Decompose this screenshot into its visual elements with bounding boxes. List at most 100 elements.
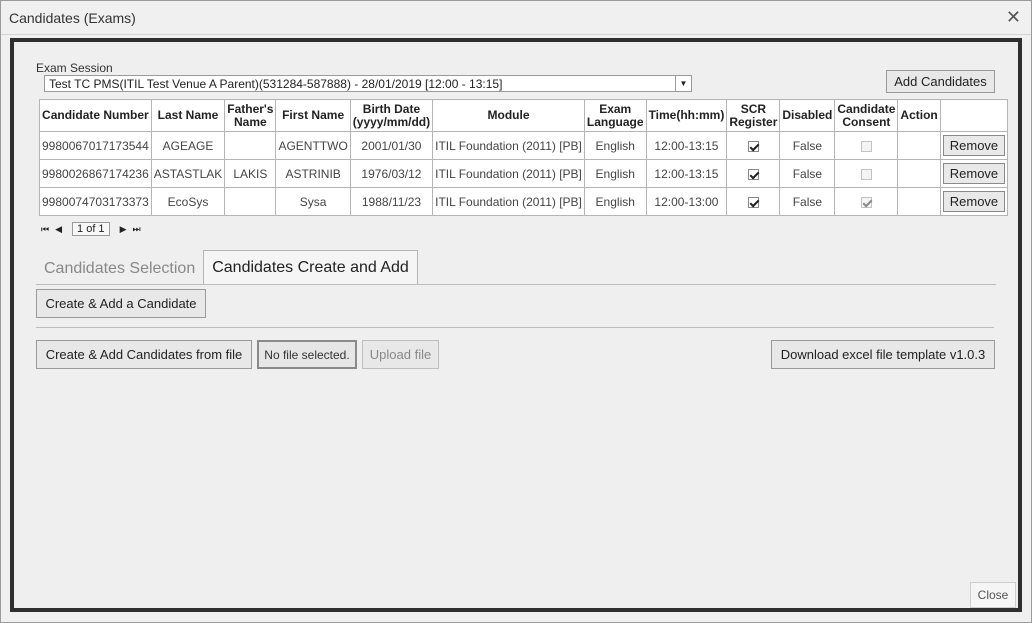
col-scr-register[interactable]: SCR Register [726,99,781,132]
col-first-name[interactable]: First Name [275,99,351,132]
title-bar: Candidates (Exams) ✕ [1,1,1031,35]
cell-last-name: AGEAGE [150,131,226,160]
cell-remove: Remove [939,131,1009,160]
add-candidates-button[interactable]: Add Candidates [886,70,995,93]
cell-action [897,131,941,160]
cell-candidate-number: 9980026867174236 [39,159,152,188]
create-add-from-file-button[interactable]: Create & Add Candidates from file [36,340,252,369]
consent-checkbox [860,196,872,208]
cell-fathers-name [224,187,277,216]
col-birth-date[interactable]: Birth Date (yyyy/mm/dd) [349,99,434,132]
cell-time: 12:00-13:00 [645,187,728,216]
cell-language: English [583,187,647,216]
cell-disabled: False [779,159,836,188]
col-remove [939,99,1009,132]
cell-scr-register [726,187,781,216]
remove-button[interactable]: Remove [942,135,1006,156]
cell-module: ITIL Foundation (2011) [PB] [432,131,585,160]
exam-session-label: Exam Session [36,61,113,75]
cell-consent [834,131,899,160]
col-fathers-name-l2: Name [234,114,267,129]
cell-time: 12:00-13:15 [645,159,728,188]
col-fathers-name-l1: Father's [227,101,274,116]
cell-time: 12:00-13:15 [645,131,728,160]
cell-module: ITIL Foundation (2011) [PB] [432,159,585,188]
file-picker[interactable]: No file selected. [257,340,357,369]
col-birth-date-l2: (yyyy/mm/dd) [352,114,431,129]
dialog-title: Candidates (Exams) [9,10,136,26]
cell-consent [834,187,899,216]
cell-scr-register [726,131,781,160]
cell-action [897,159,941,188]
cell-last-name: ASTASTLAK [150,159,226,188]
cell-candidate-number: 9980067017173544 [39,131,152,160]
exam-session-value: Test TC PMS(ITIL Test Venue A Parent)(53… [49,77,503,91]
col-exam-language[interactable]: Exam Language [583,99,647,132]
col-exam-language-l1: Exam [599,101,632,116]
cell-language: English [583,131,647,160]
pager: ⏮ ◀ 1 of 1 ▶ ⏭ [41,222,141,236]
cell-first-name: ASTRINIB [275,159,351,188]
table-row: 9980074703173373 EcoSys Sysa 1988/11/23 … [39,187,1009,216]
cell-disabled: False [779,187,836,216]
col-last-name[interactable]: Last Name [150,99,226,132]
col-scr-register-l1: SCR [740,101,767,116]
col-exam-language-l2: Language [586,114,644,129]
col-disabled[interactable]: Disabled [779,99,836,132]
cell-last-name: EcoSys [150,187,226,216]
cell-consent [834,159,899,188]
first-page-icon[interactable]: ⏮ [41,224,49,235]
cell-language: English [583,159,647,188]
prev-page-icon[interactable]: ◀ [55,224,62,235]
col-fathers-name[interactable]: Father's Name [224,99,277,132]
col-consent-l1: Candidate [837,101,896,116]
cell-first-name: Sysa [275,187,351,216]
cell-disabled: False [779,131,836,160]
cell-first-name: AGENTTWO [275,131,351,160]
section-divider [36,327,994,328]
remove-button[interactable]: Remove [942,191,1006,212]
close-button[interactable]: Close [970,582,1016,608]
cell-fathers-name [224,131,277,160]
col-consent-l2: Consent [842,114,891,129]
col-action: Action [897,99,941,132]
cell-birth-date: 2001/01/30 [349,131,434,160]
create-add-candidate-button[interactable]: Create & Add a Candidate [36,289,206,318]
download-template-button[interactable]: Download excel file template v1.0.3 [771,340,995,369]
tab-divider [36,284,996,285]
col-candidate-consent[interactable]: Candidate Consent [834,99,899,132]
col-candidate-number[interactable]: Candidate Number [39,99,152,132]
table-header-row: Candidate Number Last Name Father's Name … [39,99,1009,132]
tab-bar: Candidates Selection Candidates Create a… [36,250,418,285]
dialog-content: Exam Session Test TC PMS(ITIL Test Venue… [10,38,1022,612]
cell-birth-date: 1988/11/23 [349,187,434,216]
tab-candidates-selection[interactable]: Candidates Selection [36,252,203,285]
scr-register-checkbox[interactable] [747,168,759,180]
col-module[interactable]: Module [432,99,585,132]
table-row: 9980067017173544 AGEAGE AGENTTWO 2001/01… [39,131,1009,160]
scr-register-checkbox[interactable] [747,196,759,208]
table-row: 9980026867174236 ASTASTLAK LAKIS ASTRINI… [39,159,1009,188]
consent-checkbox [860,168,872,180]
col-time[interactable]: Time(hh:mm) [645,99,728,132]
cell-scr-register [726,159,781,188]
next-page-icon[interactable]: ▶ [120,224,127,235]
cell-birth-date: 1976/03/12 [349,159,434,188]
page-indicator: 1 of 1 [72,222,110,236]
tab-candidates-create-and-add[interactable]: Candidates Create and Add [203,250,418,285]
cell-fathers-name: LAKIS [224,159,277,188]
chevron-down-icon[interactable]: ▼ [675,76,691,91]
upload-file-button[interactable]: Upload file [362,340,439,369]
close-icon[interactable]: ✕ [1006,7,1021,27]
last-page-icon[interactable]: ⏭ [132,224,140,235]
cell-action [897,187,941,216]
scr-register-checkbox[interactable] [747,140,759,152]
cell-remove: Remove [939,187,1009,216]
consent-checkbox [860,140,872,152]
col-birth-date-l1: Birth Date [362,101,421,116]
col-scr-register-l2: Register [729,114,778,129]
exam-session-select[interactable]: Test TC PMS(ITIL Test Venue A Parent)(53… [44,75,692,92]
cell-candidate-number: 9980074703173373 [39,187,152,216]
cell-module: ITIL Foundation (2011) [PB] [432,187,585,216]
remove-button[interactable]: Remove [942,163,1006,184]
